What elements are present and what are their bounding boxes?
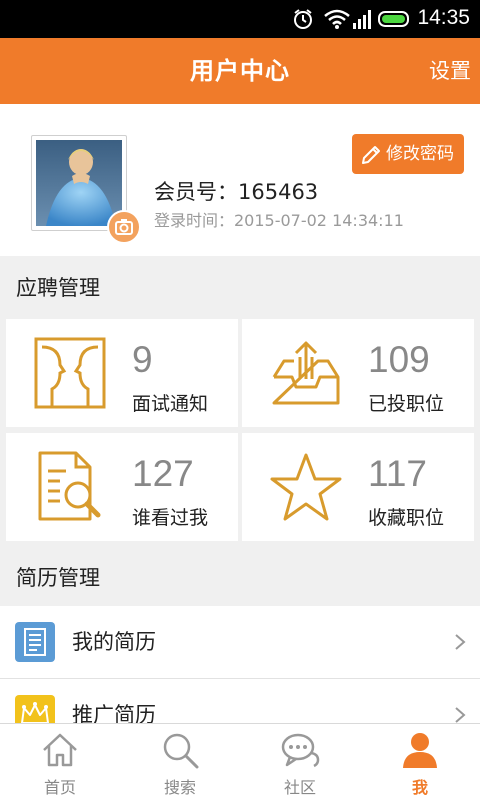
viewed-me-card[interactable]: 127 谁看过我: [6, 433, 238, 541]
bottom-tab-bar: 首页 搜索 社区 我: [0, 723, 480, 801]
alarm-icon: [294, 9, 312, 29]
recruit-section-header: 应聘管理: [0, 256, 480, 316]
settings-button[interactable]: 设置: [429, 38, 471, 104]
tab-label: 搜索: [163, 778, 196, 797]
chat-bubbles-icon: [281, 733, 320, 768]
tab-home[interactable]: 首页: [0, 724, 120, 801]
battery-icon: [378, 11, 409, 27]
section-title: 简历管理: [16, 566, 100, 590]
saved-jobs-card[interactable]: 117 收藏职位: [242, 433, 474, 541]
interview-faces-icon: [34, 337, 106, 409]
recruit-grid: 9 面试通知 109 已投职位 127 谁看过我 117 收藏职位: [0, 316, 480, 546]
viewed-label: 谁看过我: [132, 507, 209, 529]
signal-icon: [353, 10, 371, 29]
change-password-button[interactable]: 修改密码: [352, 134, 464, 174]
saved-count: 117: [368, 453, 427, 494]
chevron-right-icon: [455, 707, 466, 723]
applied-count: 109: [368, 339, 430, 380]
change-password-label: 修改密码: [386, 144, 454, 164]
viewed-count: 127: [132, 453, 194, 494]
tab-label: 首页: [43, 778, 76, 797]
interview-notice-card[interactable]: 9 面试通知: [6, 319, 238, 427]
applied-jobs-card[interactable]: 109 已投职位: [242, 319, 474, 427]
interview-count: 9: [132, 339, 153, 380]
tab-search[interactable]: 搜索: [120, 724, 240, 801]
profile-card: 修改密码 会员号：165463 登录时间：2015-07-02 14:34:11: [0, 104, 480, 256]
last-login-time: 登录时间：2015-07-02 14:34:11: [154, 211, 404, 230]
page-title: 用户中心: [190, 57, 290, 85]
my-resume-label: 我的简历: [72, 630, 156, 654]
tray-upload-icon: [272, 341, 340, 405]
change-avatar-button[interactable]: [107, 210, 141, 244]
section-title: 应聘管理: [16, 276, 100, 300]
wifi-icon: [324, 9, 350, 29]
home-icon: [43, 733, 77, 767]
tab-community[interactable]: 社区: [240, 724, 360, 801]
tab-label: 社区: [283, 778, 316, 797]
pencil-icon: [362, 146, 380, 164]
chevron-right-icon: [455, 634, 466, 650]
status-bar: 14:35: [0, 0, 480, 38]
clock-time: 14:35: [417, 6, 470, 29]
tab-label: 我: [411, 778, 428, 797]
document-magnifier-icon: [38, 451, 101, 521]
camera-icon: [115, 219, 133, 235]
member-number: 会员号：165463: [154, 180, 319, 204]
search-icon: [163, 733, 199, 769]
app-header: 用户中心 设置: [0, 38, 480, 104]
star-icon: [270, 453, 342, 521]
person-icon: [403, 733, 437, 768]
applied-label: 已投职位: [368, 393, 445, 415]
tab-me[interactable]: 我: [360, 724, 480, 801]
saved-label: 收藏职位: [368, 507, 445, 529]
resume-document-icon: [15, 622, 55, 662]
my-resume-row[interactable]: 我的简历: [0, 606, 480, 679]
resume-section-header: 简历管理: [0, 546, 480, 606]
interview-label: 面试通知: [132, 393, 209, 415]
